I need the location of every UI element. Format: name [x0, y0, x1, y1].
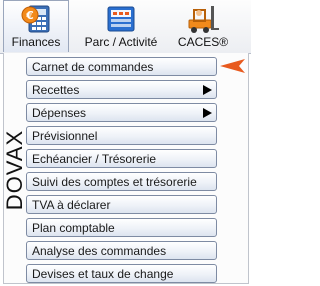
menu-item-devises-taux-de-change[interactable]: Devises et taux de change — [26, 264, 217, 283]
menu-item-label: Suivi des comptes et trésorerie — [32, 174, 197, 189]
svg-text:€: € — [25, 9, 34, 22]
menu-item-label: Prévisionnel — [32, 128, 98, 143]
menu-item-label: Echéancier / Trésorerie — [32, 151, 157, 166]
tab-finances-label: Finances — [11, 35, 61, 49]
menu-item-depenses[interactable]: Dépenses — [26, 103, 217, 122]
menu-item-analyse-des-commandes[interactable]: Analyse des commandes — [26, 241, 217, 260]
tab-caces[interactable]: CACES® — [172, 0, 234, 52]
menu-item-recettes[interactable]: Recettes — [26, 80, 217, 99]
menu-item-carnet-de-commandes[interactable]: Carnet de commandes — [26, 57, 217, 76]
menu-item-plan-comptable[interactable]: Plan comptable — [26, 218, 217, 237]
menu-item-label: Analyse des commandes — [32, 243, 167, 258]
menu-item-label: Dépenses — [32, 105, 87, 120]
menu-item-tva-a-declarer[interactable]: TVA à déclarer — [26, 195, 217, 214]
menu-item-label: Devises et taux de change — [32, 266, 174, 281]
submenu-arrow-icon — [203, 108, 212, 118]
menu-item-suivi-comptes-tresorerie[interactable]: Suivi des comptes et trésorerie — [26, 172, 217, 191]
tab-finances[interactable]: € Finances — [3, 0, 69, 52]
tab-parc-activite[interactable]: Parc / Activité — [80, 0, 162, 52]
sidebar-app-label: DOVAX — [2, 57, 28, 283]
finances-icon: € — [21, 5, 50, 33]
app-name: DOVAX — [2, 129, 28, 211]
parc-activite-icon — [107, 6, 135, 32]
menu-item-label: Carnet de commandes — [32, 59, 154, 74]
selection-pointer-icon — [220, 59, 245, 73]
menu-item-label: Plan comptable — [32, 220, 115, 235]
tab-caces-label: CACES® — [177, 35, 229, 49]
tab-parc-activite-label: Parc / Activité — [84, 35, 158, 49]
menu-item-echeancier-tresorerie[interactable]: Echéancier / Trésorerie — [26, 149, 217, 168]
caces-icon — [188, 6, 219, 33]
menu-item-previsionnel[interactable]: Prévisionnel — [26, 126, 217, 145]
top-toolbar: € Finances Parc / Activité CACES® — [0, 0, 251, 54]
menu-item-label: Recettes — [32, 82, 80, 97]
submenu-arrow-icon — [203, 85, 212, 95]
menu-item-label: TVA à déclarer — [32, 197, 111, 212]
